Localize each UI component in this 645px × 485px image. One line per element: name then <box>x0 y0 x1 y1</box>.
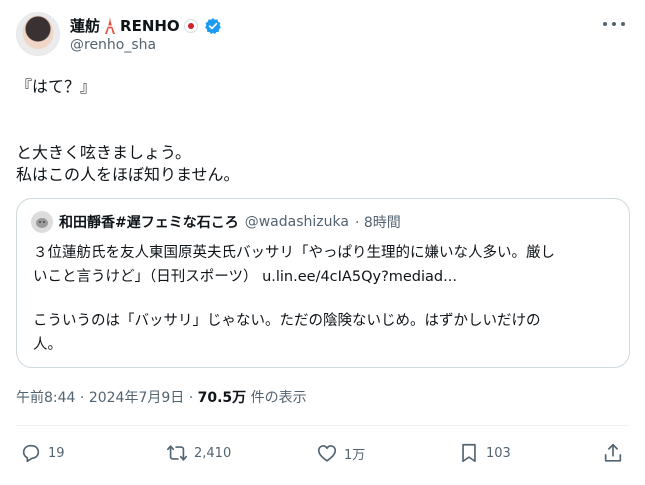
quoted-tweet-text: ３位蓮舫氏を友人東国原英夫氏バッサリ「やっぱり生理的に嫌いな人多い。厳し いこと… <box>33 241 619 357</box>
share-icon <box>604 443 622 462</box>
tokyo-tower-icon <box>105 17 116 34</box>
author-display-name[interactable]: 蓮舫 <box>70 15 100 36</box>
retweet-count: 2,410 <box>194 445 232 461</box>
share-button[interactable] <box>602 442 624 464</box>
author-name-row[interactable]: 蓮舫 RENHO <box>70 15 222 36</box>
view-count: 70.5万 <box>197 390 247 406</box>
view-count-label: 件の表示 <box>250 390 307 406</box>
tweet-line: と大きく呟きましょう。 <box>16 143 192 162</box>
stone-icon <box>36 218 48 228</box>
japan-flag-icon <box>183 18 198 33</box>
tweet-date[interactable]: 2024年7月9日 <box>89 390 184 406</box>
reply-icon <box>22 444 40 463</box>
tweet-header: 蓮舫 RENHO @renho_sha <box>16 12 629 60</box>
retweet-button[interactable]: 2,410 <box>166 442 231 464</box>
more-options-icon[interactable] <box>603 20 625 28</box>
divider <box>16 425 629 426</box>
meta-separator: · <box>188 390 194 406</box>
verified-badge-icon[interactable] <box>204 17 222 35</box>
tweet-meta: 午前8:44 · 2024年7月9日 · 70.5万 件の表示 <box>16 387 307 407</box>
quoted-tweet[interactable]: 和田靜香#遅フェミな石ころ @wadashizuka · 8時間 ３位蓮舫氏を友… <box>16 198 630 368</box>
quoted-line: 人。 <box>33 337 62 353</box>
quoted-author-handle[interactable]: @wadashizuka <box>245 214 349 230</box>
quoted-avatar[interactable] <box>31 211 53 233</box>
bookmark-button[interactable]: 103 <box>458 442 511 464</box>
action-bar: 19 2,410 1万 103 <box>16 438 629 470</box>
bookmark-icon <box>462 443 476 463</box>
quoted-author-name[interactable]: 和田靜香#遅フェミな石ころ <box>59 212 239 232</box>
reply-button[interactable]: 19 <box>20 442 65 464</box>
author-display-name-suffix[interactable]: RENHO <box>120 17 180 35</box>
quoted-line: こういうのは「バッサリ」じゃない。ただの陰険ないじめ。はずかしいだけの <box>33 313 541 329</box>
quoted-line: いこと言うけど」（日刊スポーツ） u.lin.ee/4cIA5Qy?mediad… <box>33 269 457 285</box>
quoted-line: ３位蓮舫氏を友人東国原英夫氏バッサリ「やっぱり生理的に嫌いな人多い。厳し <box>33 245 555 261</box>
quoted-tweet-time[interactable]: · 8時間 <box>355 212 401 232</box>
author-handle[interactable]: @renho_sha <box>70 37 156 53</box>
retweet-icon <box>167 445 187 461</box>
quoted-tweet-header: 和田靜香#遅フェミな石ころ @wadashizuka · 8時間 <box>31 211 401 233</box>
meta-separator: · <box>79 390 85 406</box>
reply-count: 19 <box>48 445 65 461</box>
like-button[interactable]: 1万 <box>316 442 365 464</box>
avatar[interactable] <box>16 12 60 56</box>
like-count: 1万 <box>344 447 366 463</box>
bookmark-count: 103 <box>486 445 511 461</box>
tweet-time[interactable]: 午前8:44 <box>16 390 75 406</box>
heart-icon <box>317 445 337 462</box>
tweet-line: 私はこの人をほぼ知りません。 <box>16 165 240 184</box>
tweet-text: 『はて？』 と大きく呟きましょう。 私はこの人をほぼ知りません。 <box>16 76 616 186</box>
tweet-line: 『はて？』 <box>16 77 97 96</box>
